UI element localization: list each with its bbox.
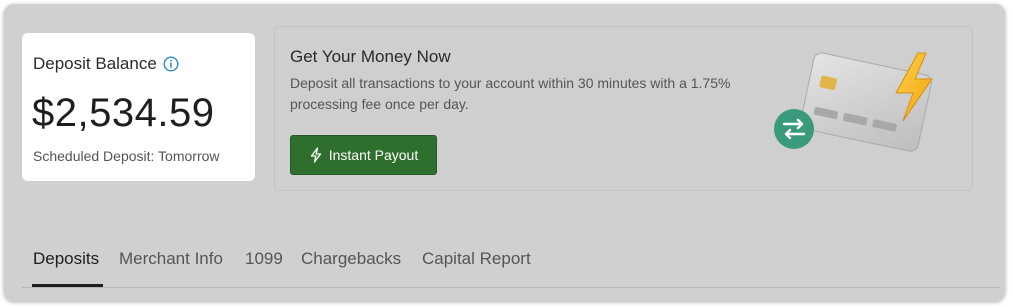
instant-payout-button[interactable]: Instant Payout <box>290 135 437 175</box>
scheduled-deposit-text: Scheduled Deposit: Tomorrow <box>33 148 220 164</box>
tab-merchant-info[interactable]: Merchant Info <box>119 249 223 269</box>
tab-chargebacks[interactable]: Chargebacks <box>301 249 401 269</box>
active-tab-indicator <box>32 284 103 287</box>
instant-payout-promo: Get Your Money Now Deposit all transacti… <box>274 26 973 191</box>
transfer-arrows-icon <box>774 109 814 149</box>
tab-capital-report[interactable]: Capital Report <box>422 249 531 269</box>
promo-description: Deposit all transactions to your account… <box>290 75 731 112</box>
instant-payout-label: Instant Payout <box>328 147 419 163</box>
deposits-panel: Deposit Balance $2,534.59 Scheduled Depo… <box>4 4 1005 301</box>
lightning-bolt-icon <box>309 147 323 163</box>
credit-card-illustration <box>770 45 960 170</box>
deposit-balance-card: Deposit Balance $2,534.59 Scheduled Depo… <box>22 33 255 181</box>
promo-title: Get Your Money Now <box>290 47 451 66</box>
deposit-balance-amount: $2,534.59 <box>32 91 215 135</box>
tab-1099[interactable]: 1099 <box>245 249 283 269</box>
info-icon[interactable] <box>163 56 179 72</box>
tab-bar: Deposits Merchant Info 1099 Chargebacks … <box>22 243 1000 288</box>
tab-deposits[interactable]: Deposits <box>33 249 99 269</box>
deposit-balance-header: Deposit Balance <box>33 54 179 74</box>
deposit-balance-title: Deposit Balance <box>33 54 157 73</box>
